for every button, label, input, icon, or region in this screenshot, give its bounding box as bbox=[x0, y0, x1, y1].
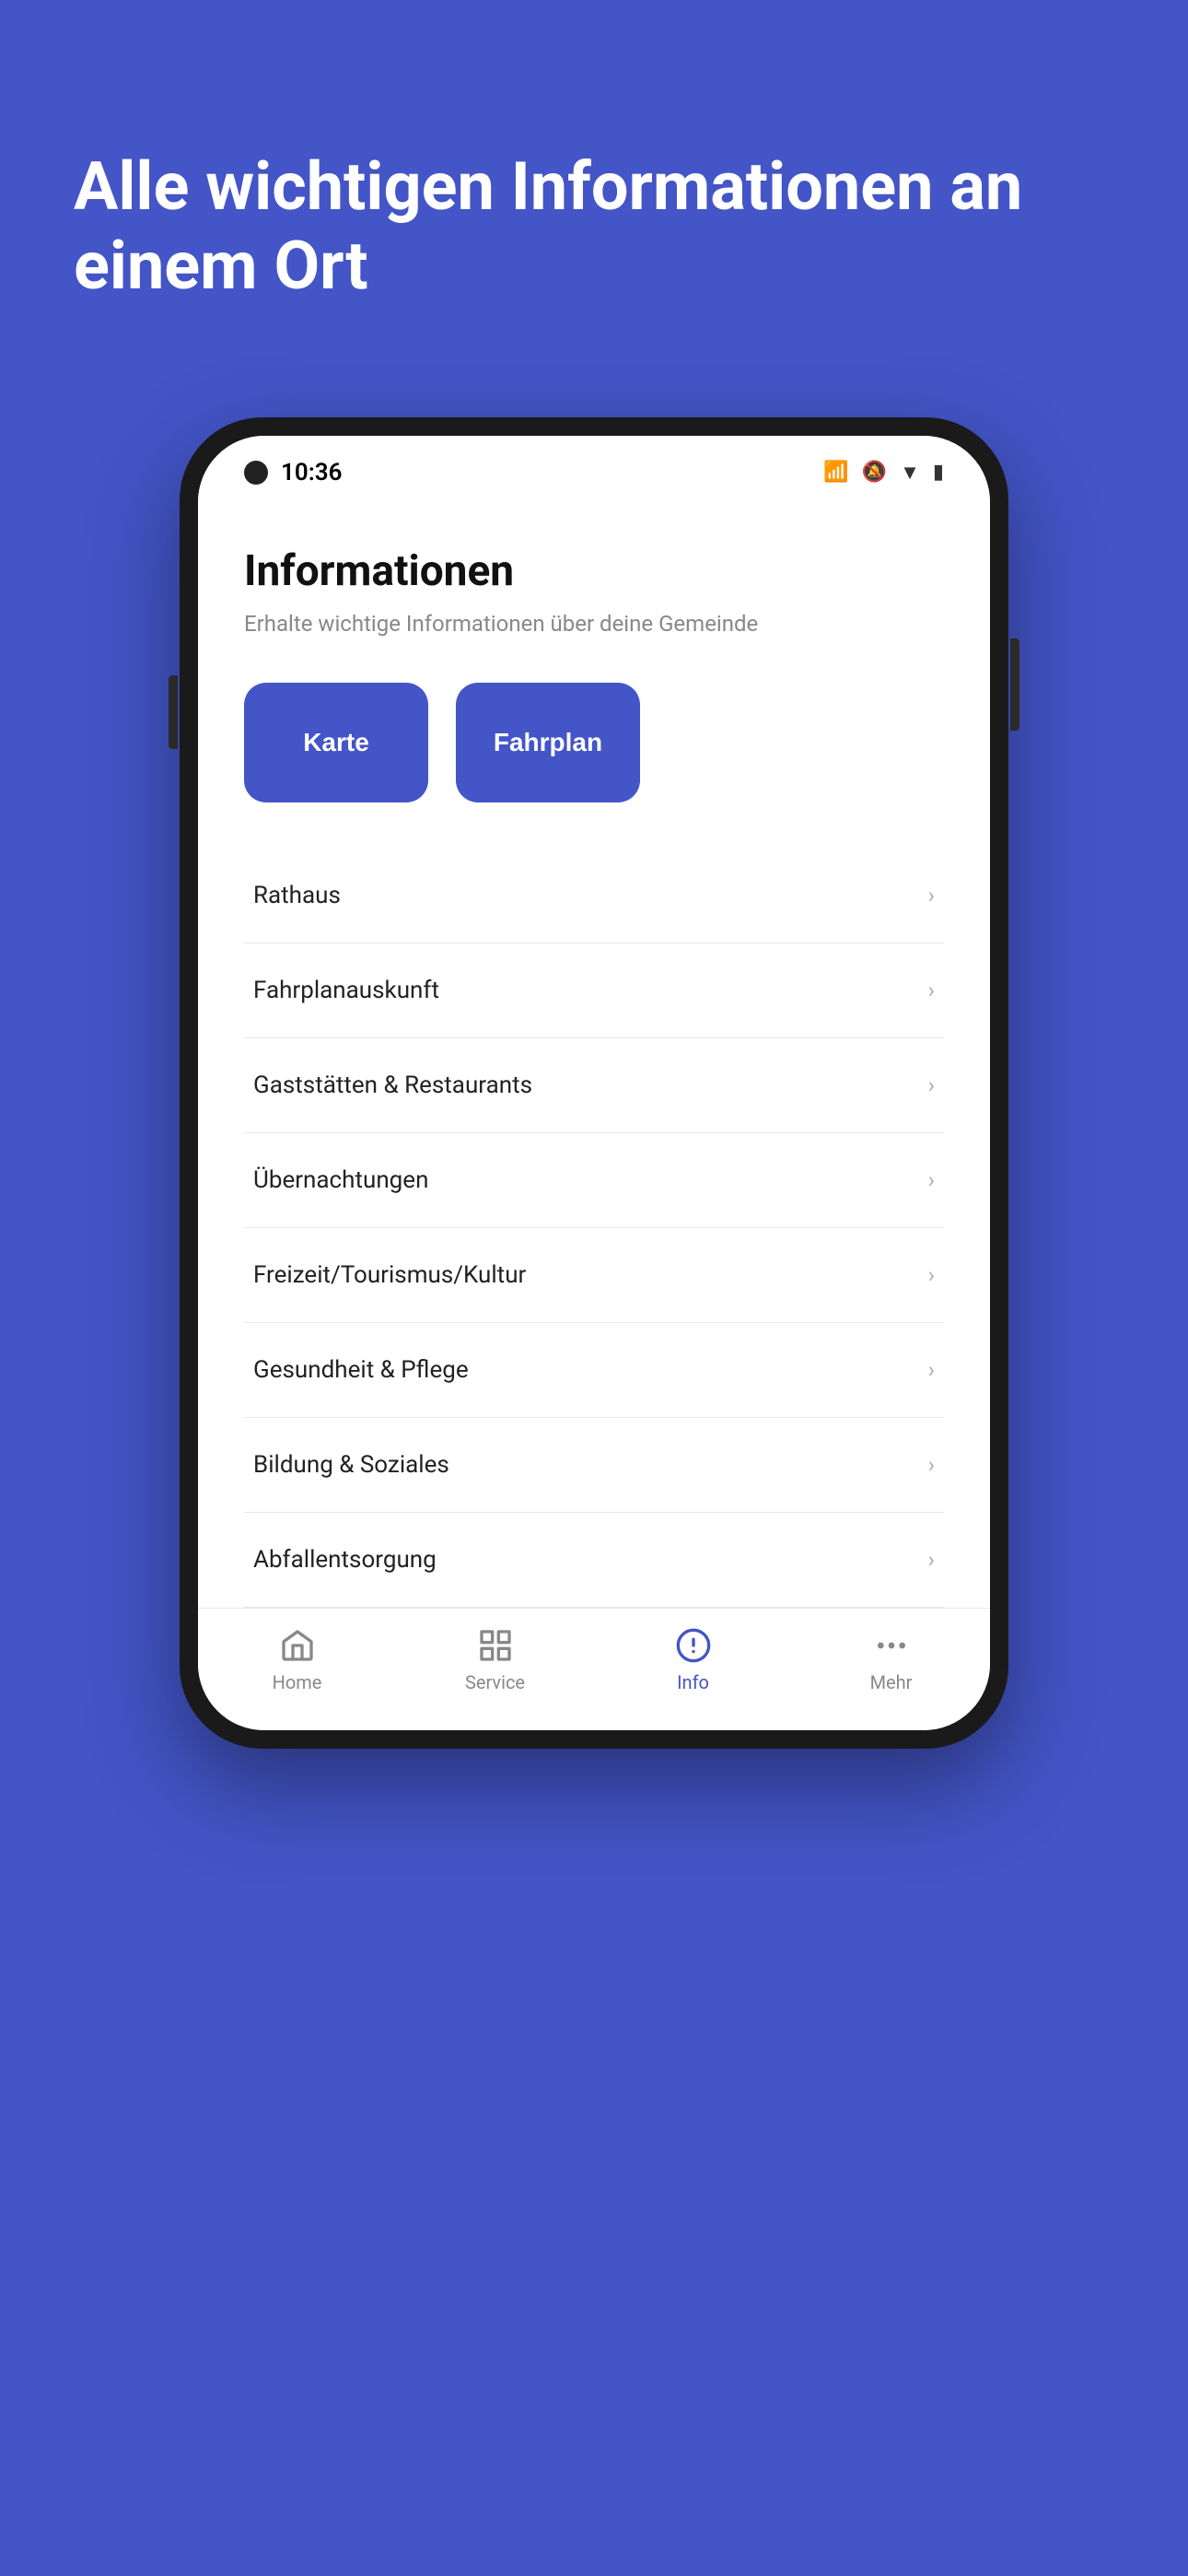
phone-mockup: 10:36 📶 🔕 ▼ ▮ Informationen Erhalte wich… bbox=[180, 417, 1008, 1749]
list-item-übernachtungen[interactable]: Übernachtungen › bbox=[244, 1133, 944, 1228]
bluetooth-icon: 📶 bbox=[823, 461, 848, 484]
list-item-label: Rathaus bbox=[253, 882, 341, 909]
nav-label-home: Home bbox=[273, 1671, 322, 1693]
list-item-gaststätten[interactable]: Gaststätten & Restaurants › bbox=[244, 1038, 944, 1133]
list-item-label: Gaststätten & Restaurants bbox=[253, 1071, 532, 1099]
bottom-nav: Home Service bbox=[198, 1608, 990, 1730]
mute-icon: 🔕 bbox=[862, 461, 887, 484]
wifi-icon: ▼ bbox=[900, 461, 920, 485]
app-title: Informationen bbox=[244, 546, 944, 596]
status-icons: 📶 🔕 ▼ ▮ bbox=[823, 461, 944, 485]
nav-label-info: Info bbox=[677, 1671, 709, 1693]
info-list: Rathaus › Fahrplanauskunft › Gaststätten… bbox=[244, 849, 944, 1608]
phone-screen: 10:36 📶 🔕 ▼ ▮ Informationen Erhalte wich… bbox=[198, 436, 990, 1730]
fahrplan-button[interactable]: Fahrplan bbox=[456, 683, 640, 802]
camera-dot bbox=[244, 461, 268, 485]
list-item-gesundheit[interactable]: Gesundheit & Pflege › bbox=[244, 1323, 944, 1418]
chevron-icon: › bbox=[928, 1167, 935, 1193]
nav-item-service[interactable]: Service bbox=[440, 1627, 551, 1693]
info-icon bbox=[675, 1627, 712, 1664]
list-item-label: Freizeit/Tourismus/Kultur bbox=[253, 1261, 526, 1289]
nav-item-home[interactable]: Home bbox=[242, 1627, 353, 1693]
hero-section: Alle wichtigen Informationen an einem Or… bbox=[0, 0, 1188, 381]
list-item-label: Fahrplanauskunft bbox=[253, 977, 439, 1004]
chevron-icon: › bbox=[928, 1072, 935, 1098]
chevron-icon: › bbox=[928, 1262, 935, 1288]
chevron-icon: › bbox=[928, 1547, 935, 1573]
status-time-area: 10:36 bbox=[244, 459, 343, 486]
list-item-label: Gesundheit & Pflege bbox=[253, 1356, 469, 1384]
home-icon bbox=[279, 1627, 316, 1664]
nav-item-mehr[interactable]: Mehr bbox=[836, 1627, 947, 1693]
list-item-label: Bildung & Soziales bbox=[253, 1451, 449, 1479]
time-display: 10:36 bbox=[281, 459, 343, 486]
list-item-label: Übernachtungen bbox=[253, 1166, 428, 1194]
list-item-label: Abfallentsorgung bbox=[253, 1546, 437, 1574]
chevron-icon: › bbox=[928, 1452, 935, 1478]
battery-icon: ▮ bbox=[933, 461, 944, 484]
chevron-icon: › bbox=[928, 883, 935, 908]
nav-item-info[interactable]: Info bbox=[638, 1627, 749, 1693]
list-item-abfall[interactable]: Abfallentsorgung › bbox=[244, 1513, 944, 1608]
list-item-bildung[interactable]: Bildung & Soziales › bbox=[244, 1418, 944, 1513]
service-grid-icon bbox=[477, 1627, 514, 1664]
app-content: Informationen Erhalte wichtige Informati… bbox=[198, 500, 990, 1608]
chevron-icon: › bbox=[928, 1357, 935, 1383]
nav-label-service: Service bbox=[465, 1671, 525, 1693]
more-icon bbox=[873, 1627, 910, 1664]
list-item-fahrplanauskunft[interactable]: Fahrplanauskunft › bbox=[244, 943, 944, 1038]
hero-title: Alle wichtigen Informationen an einem Or… bbox=[74, 147, 1114, 307]
karte-button[interactable]: Karte bbox=[244, 683, 428, 802]
quick-actions: Karte Fahrplan bbox=[244, 683, 944, 802]
status-bar: 10:36 📶 🔕 ▼ ▮ bbox=[198, 436, 990, 500]
nav-label-mehr: Mehr bbox=[870, 1671, 913, 1693]
list-item-freizeit[interactable]: Freizeit/Tourismus/Kultur › bbox=[244, 1228, 944, 1323]
chevron-icon: › bbox=[928, 978, 935, 1003]
list-item-rathaus[interactable]: Rathaus › bbox=[244, 849, 944, 943]
app-subtitle: Erhalte wichtige Informationen über dein… bbox=[244, 611, 944, 637]
phone-outer-shell: 10:36 📶 🔕 ▼ ▮ Informationen Erhalte wich… bbox=[180, 417, 1008, 1749]
